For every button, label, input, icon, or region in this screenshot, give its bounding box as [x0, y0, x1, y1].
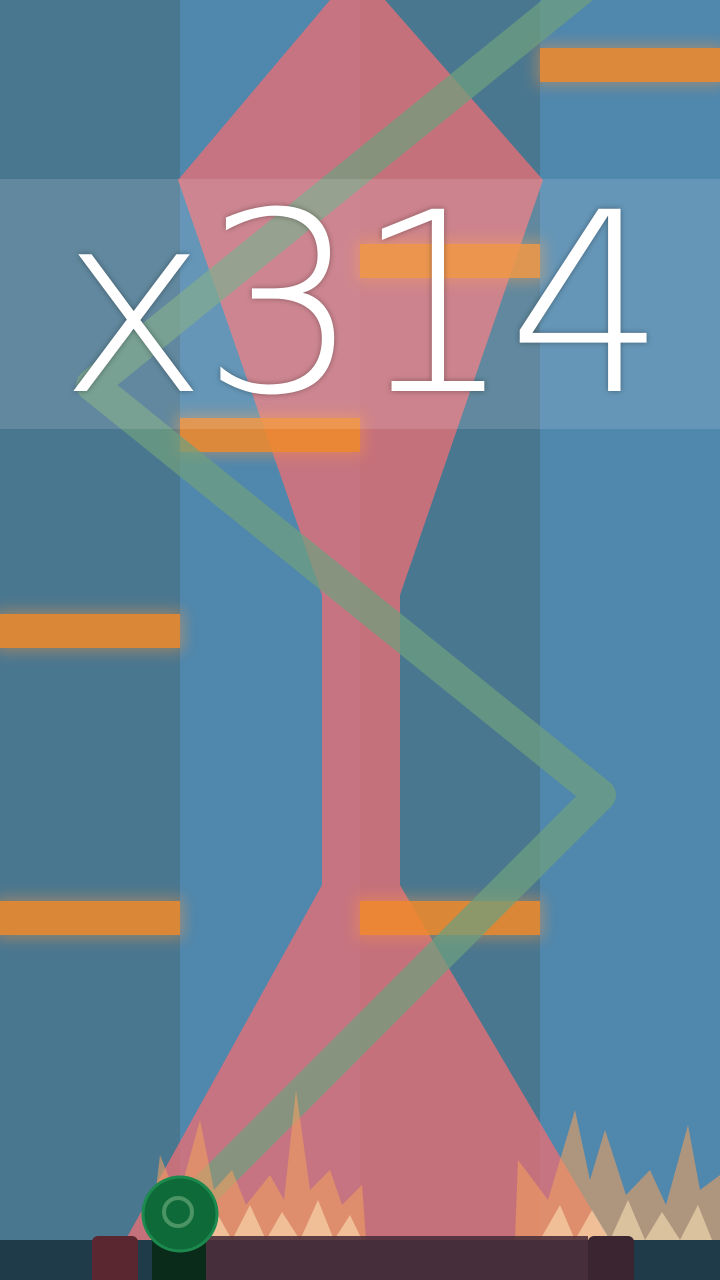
green-ball-icon[interactable] [141, 1175, 219, 1253]
game-canvas[interactable]: x314 [0, 0, 720, 1280]
player-layer [141, 1175, 219, 1253]
